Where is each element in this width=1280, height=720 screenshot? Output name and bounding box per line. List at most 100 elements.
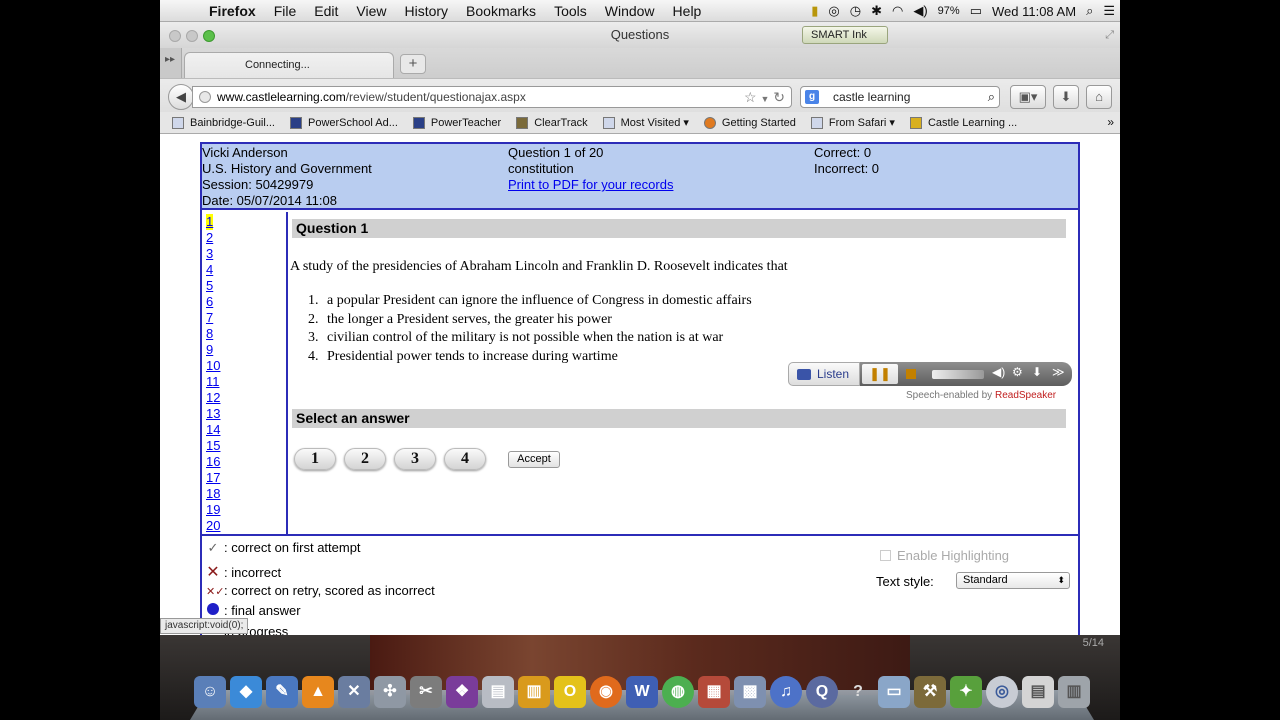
question-link-18[interactable]: 18	[206, 486, 220, 502]
question-link-6[interactable]: 6	[206, 294, 213, 310]
new-tab-button[interactable]: +	[400, 54, 426, 74]
answer-button-1[interactable]: 1	[294, 448, 336, 470]
bookmark-item[interactable]: Bainbridge-Guil...	[172, 116, 275, 129]
screenshot-button[interactable]: ▣▾	[1010, 85, 1046, 109]
quicktime-icon[interactable]: Q	[806, 676, 838, 708]
smart-ink-widget[interactable]: SMART Ink	[802, 26, 888, 44]
bookmark-item[interactable]: Getting Started	[703, 116, 796, 129]
close-window-button[interactable]	[169, 30, 181, 42]
question-link-5[interactable]: 5	[206, 278, 213, 294]
app-menu[interactable]: Firefox	[200, 3, 265, 19]
question-link-10[interactable]: 10	[206, 358, 220, 374]
fullscreen-icon[interactable]: ⤢	[1105, 22, 1114, 48]
question-link-19[interactable]: 19	[206, 502, 220, 518]
finder-icon[interactable]: ☺	[194, 676, 226, 708]
volume-icon[interactable]: ◀)	[992, 365, 1005, 379]
download-icon[interactable]: ⬇	[1032, 365, 1042, 379]
bookmark-item[interactable]: PowerSchool Ad...	[290, 116, 398, 129]
google-icon[interactable]: g	[805, 90, 819, 104]
question-link-1[interactable]: 1	[206, 214, 214, 230]
menubar-clock[interactable]: Wed 11:08 AM	[987, 4, 1081, 19]
menu-help[interactable]: Help	[664, 3, 711, 19]
question-link-8[interactable]: 8	[206, 326, 213, 342]
textedit-icon[interactable]: ✎	[266, 676, 298, 708]
vlc-icon[interactable]: ▲	[302, 676, 334, 708]
menu-view[interactable]: View	[347, 3, 395, 19]
accept-button[interactable]: Accept	[508, 451, 560, 468]
bookmark-folder-most-visited[interactable]: Most Visited ▾	[602, 116, 689, 129]
search-input[interactable]: g castle learning ⌕	[800, 86, 1000, 108]
menu-window[interactable]: Window	[596, 3, 664, 19]
word-icon[interactable]: W	[626, 676, 658, 708]
menu-file[interactable]: File	[265, 3, 306, 19]
office-icon[interactable]: O	[554, 676, 586, 708]
tab-current[interactable]: Connecting...	[184, 52, 394, 78]
text-style-select[interactable]: Standard ⬍	[956, 572, 1070, 589]
pause-button[interactable]: ❚❚	[862, 364, 898, 384]
photo-booth-icon[interactable]: ▦	[698, 676, 730, 708]
disk-icon[interactable]: ◎	[986, 676, 1018, 708]
question-link-14[interactable]: 14	[206, 422, 220, 438]
question-link-13[interactable]: 13	[206, 406, 220, 422]
question-link-7[interactable]: 7	[206, 310, 213, 326]
question-link-20[interactable]: 20	[206, 518, 220, 534]
bluetooth-icon[interactable]: ✱	[866, 3, 887, 19]
minimize-window-button[interactable]	[186, 30, 198, 42]
answer-button-2[interactable]: 2	[344, 448, 386, 470]
ibooks-icon[interactable]: ▥	[518, 676, 550, 708]
preferences-icon[interactable]: ▩	[734, 676, 766, 708]
bookmark-star-icon[interactable]: ☆	[744, 89, 757, 105]
trash-icon[interactable]: ▥	[1058, 676, 1090, 708]
answer-button-3[interactable]: 3	[394, 448, 436, 470]
help-icon[interactable]: ?	[842, 676, 874, 708]
utilities-icon[interactable]: ✂	[410, 676, 442, 708]
back-button[interactable]: ◀	[168, 84, 194, 110]
network-icon[interactable]: ✣	[374, 676, 406, 708]
battery-level[interactable]: 97%	[933, 5, 965, 17]
notes-icon[interactable]: ▮	[806, 3, 823, 19]
menu-tools[interactable]: Tools	[545, 3, 596, 19]
menu-bookmarks[interactable]: Bookmarks	[457, 3, 545, 19]
question-link-12[interactable]: 12	[206, 390, 220, 406]
reload-icon[interactable]: ↻	[773, 89, 785, 105]
more-bookmarks-icon[interactable]: »	[1107, 115, 1114, 129]
menu-history[interactable]: History	[395, 3, 457, 19]
question-link-4[interactable]: 4	[206, 262, 213, 278]
firefox-dock-icon[interactable]: ◉	[590, 676, 622, 708]
smart-tools-icon[interactable]: ✦	[950, 676, 982, 708]
home-button[interactable]: ⌂	[1086, 85, 1112, 109]
battery-icon[interactable]: ▭	[965, 3, 987, 19]
bookmark-item[interactable]: Castle Learning ...	[909, 116, 1017, 129]
enable-highlighting-checkbox[interactable]: Enable Highlighting	[880, 548, 1009, 563]
stop-button[interactable]	[906, 369, 916, 379]
chevron-down-icon[interactable]: ▼	[760, 94, 769, 104]
question-link-17[interactable]: 17	[206, 470, 220, 486]
settings-gear-icon[interactable]: ⚙	[1012, 365, 1023, 379]
listen-button[interactable]: Listen	[788, 362, 860, 386]
question-link-15[interactable]: 15	[206, 438, 220, 454]
dropbox-icon[interactable]: ◆	[230, 676, 262, 708]
documents-icon[interactable]: ▤	[1022, 676, 1054, 708]
question-link-2[interactable]: 2	[206, 230, 213, 246]
zoom-window-button[interactable]	[203, 30, 215, 42]
sync-icon[interactable]: ◎	[823, 3, 844, 19]
system-app-icon[interactable]: ❖	[446, 676, 478, 708]
xcode-icon[interactable]: ✕	[338, 676, 370, 708]
itunes-icon[interactable]: ♫	[770, 676, 802, 708]
chrome-icon[interactable]: ◍	[662, 676, 694, 708]
progress-slider[interactable]	[932, 370, 984, 379]
search-icon[interactable]: ⌕	[988, 87, 995, 107]
answer-button-4[interactable]: 4	[444, 448, 486, 470]
question-link-11[interactable]: 11	[206, 374, 220, 390]
bookmark-item[interactable]: ClearTrack	[516, 116, 588, 129]
question-link-16[interactable]: 16	[206, 454, 220, 470]
downloads-button[interactable]: ⬇	[1053, 85, 1079, 109]
tools-icon[interactable]: ⚒	[914, 676, 946, 708]
question-link-9[interactable]: 9	[206, 342, 213, 358]
print-pdf-link[interactable]: Print to PDF for your records	[508, 177, 673, 192]
time-machine-icon[interactable]: ◷	[845, 3, 866, 19]
bookmark-folder-from-safari[interactable]: From Safari ▾	[810, 116, 895, 129]
more-icon[interactable]: ≫	[1052, 365, 1065, 379]
question-link-3[interactable]: 3	[206, 246, 213, 262]
menu-edit[interactable]: Edit	[305, 3, 347, 19]
